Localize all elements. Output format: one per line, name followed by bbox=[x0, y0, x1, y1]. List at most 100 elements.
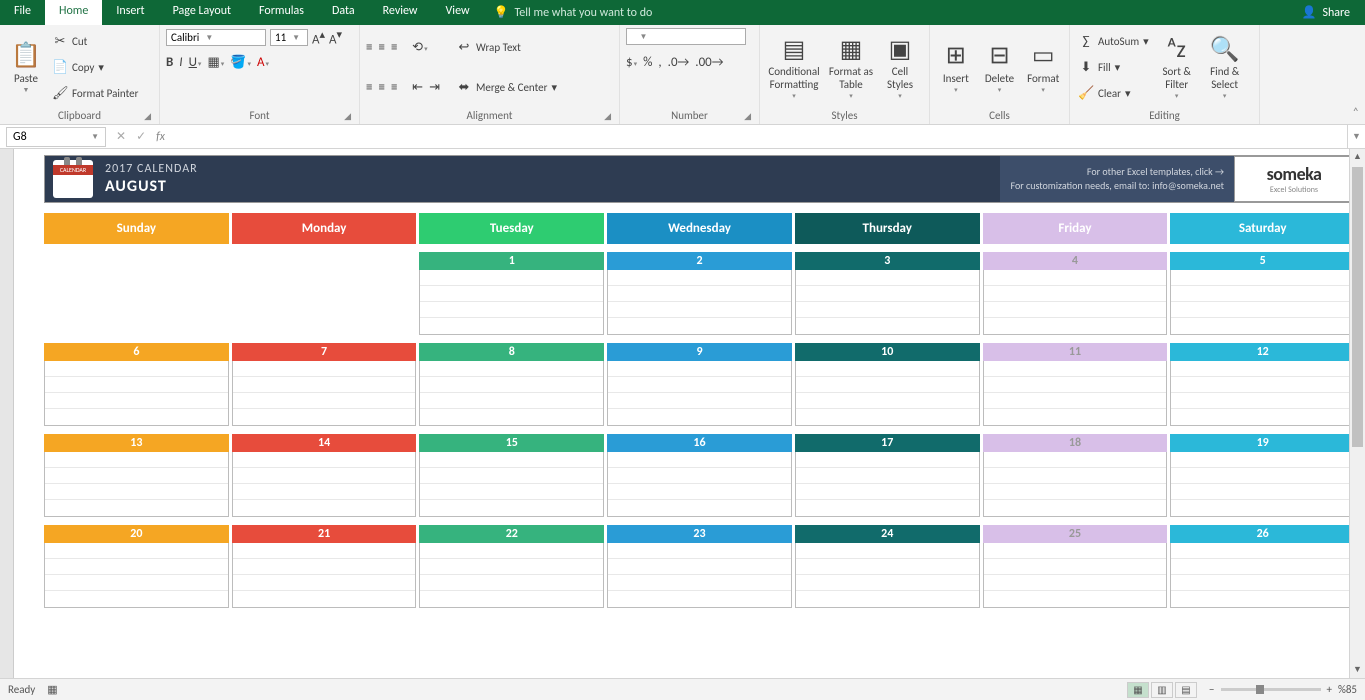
calendar-cell[interactable]: 7 bbox=[232, 343, 417, 426]
copy-button[interactable]: 📄Copy▾ bbox=[50, 59, 140, 76]
border-button[interactable]: ▦▾ bbox=[207, 55, 224, 70]
calendar-cell[interactable]: 6 bbox=[44, 343, 229, 426]
fill-button[interactable]: ⬇Fill▾ bbox=[1076, 59, 1151, 76]
accounting-format-icon[interactable]: $▾ bbox=[626, 55, 637, 70]
decrease-decimal-icon[interactable]: .00→ bbox=[695, 55, 723, 70]
formula-input[interactable] bbox=[171, 128, 1347, 146]
page-break-view-button[interactable]: ▤ bbox=[1175, 682, 1197, 698]
calendar-cell[interactable]: 1 bbox=[419, 252, 604, 335]
calendar-cell[interactable]: 11 bbox=[983, 343, 1168, 426]
zoom-in-button[interactable]: + bbox=[1327, 683, 1332, 696]
calendar-cell[interactable]: 20 bbox=[44, 525, 229, 608]
expand-formula-bar-icon[interactable]: ▼ bbox=[1347, 125, 1365, 148]
wrap-text-button[interactable]: ↩Wrap Text bbox=[454, 39, 559, 56]
calendar-cell[interactable]: 23 bbox=[607, 525, 792, 608]
enter-formula-icon[interactable]: ✓ bbox=[136, 129, 146, 144]
calendar-cell[interactable] bbox=[232, 252, 417, 335]
dialog-launcher-icon[interactable]: ◢ bbox=[344, 111, 351, 122]
calendar-cell[interactable]: 4 bbox=[983, 252, 1168, 335]
cancel-formula-icon[interactable]: ✕ bbox=[116, 129, 126, 144]
share-button[interactable]: 👤Share bbox=[1301, 0, 1365, 25]
increase-decimal-icon[interactable]: .0→ bbox=[668, 55, 690, 70]
orientation-icon[interactable]: ⟲▾ bbox=[412, 40, 427, 55]
scroll-up-icon[interactable]: ▲ bbox=[1350, 149, 1365, 165]
calendar-cell[interactable]: 12 bbox=[1170, 343, 1355, 426]
tab-view[interactable]: View bbox=[432, 0, 484, 25]
decrease-font-icon[interactable]: A▾ bbox=[329, 28, 342, 47]
align-middle-icon[interactable]: ≡ bbox=[378, 40, 384, 55]
tab-file[interactable]: File bbox=[0, 0, 45, 25]
calendar-cell[interactable]: 15 bbox=[419, 434, 604, 517]
merge-center-button[interactable]: ⬌Merge & Center▾ bbox=[454, 79, 559, 96]
someka-logo[interactable]: someka Excel Solutions bbox=[1234, 156, 1354, 202]
scroll-down-icon[interactable]: ▼ bbox=[1350, 662, 1365, 678]
number-format-select[interactable]: ▼ bbox=[626, 28, 746, 45]
calendar-cell[interactable]: 17 bbox=[795, 434, 980, 517]
zoom-slider[interactable] bbox=[1221, 688, 1321, 691]
calendar-cell[interactable]: 18 bbox=[983, 434, 1168, 517]
calendar-cell[interactable]: 16 bbox=[607, 434, 792, 517]
fx-icon[interactable]: fx bbox=[156, 130, 165, 144]
name-box[interactable]: G8▼ bbox=[6, 127, 106, 147]
calendar-cell[interactable]: 26 bbox=[1170, 525, 1355, 608]
tab-data[interactable]: Data bbox=[318, 0, 369, 25]
decrease-indent-icon[interactable]: ⇤ bbox=[412, 80, 423, 95]
conditional-formatting-button[interactable]: ▤Conditional Formatting▾ bbox=[766, 28, 822, 107]
page-layout-view-button[interactable]: ▥ bbox=[1151, 682, 1173, 698]
insert-cells-button[interactable]: ⊞Insert▾ bbox=[936, 28, 976, 107]
dialog-launcher-icon[interactable]: ◢ bbox=[604, 111, 611, 122]
bold-button[interactable]: B bbox=[166, 55, 173, 70]
align-bottom-icon[interactable]: ≡ bbox=[391, 40, 397, 55]
tab-formulas[interactable]: Formulas bbox=[245, 0, 318, 25]
align-center-icon[interactable]: ≡ bbox=[378, 80, 384, 95]
font-name-select[interactable]: Calibri▼ bbox=[166, 29, 266, 46]
scroll-thumb[interactable] bbox=[1352, 167, 1363, 447]
calendar-cell[interactable]: 9 bbox=[607, 343, 792, 426]
font-color-button[interactable]: A▾ bbox=[257, 55, 269, 70]
calendar-cell[interactable]: 22 bbox=[419, 525, 604, 608]
clear-button[interactable]: 🧹Clear▾ bbox=[1076, 85, 1151, 102]
calendar-cell[interactable]: 14 bbox=[232, 434, 417, 517]
tab-review[interactable]: Review bbox=[369, 0, 432, 25]
macro-record-icon[interactable]: ▦ bbox=[47, 683, 57, 696]
comma-format-icon[interactable]: , bbox=[658, 55, 661, 70]
format-as-table-button[interactable]: ▦Format asTable▾ bbox=[826, 28, 876, 107]
calendar-cell[interactable] bbox=[44, 252, 229, 335]
cell-styles-button[interactable]: ▣CellStyles▾ bbox=[880, 28, 920, 107]
calendar-cell[interactable]: 3 bbox=[795, 252, 980, 335]
calendar-cell[interactable]: 21 bbox=[232, 525, 417, 608]
normal-view-button[interactable]: ▦ bbox=[1127, 682, 1149, 698]
italic-button[interactable]: I bbox=[179, 55, 182, 70]
calendar-cell[interactable]: 5 bbox=[1170, 252, 1355, 335]
calendar-cell[interactable]: 2 bbox=[607, 252, 792, 335]
find-select-button[interactable]: 🔍Find &Select▾ bbox=[1203, 28, 1247, 107]
worksheet-area[interactable]: CALENDAR 2017 CALENDAR AUGUST For other … bbox=[0, 149, 1365, 678]
zoom-level[interactable]: %85 bbox=[1338, 683, 1357, 696]
tab-home[interactable]: Home bbox=[45, 0, 102, 25]
vertical-scrollbar[interactable]: ▲ ▼ bbox=[1349, 149, 1365, 678]
align-left-icon[interactable]: ≡ bbox=[366, 80, 372, 95]
dialog-launcher-icon[interactable]: ◢ bbox=[144, 111, 151, 122]
underline-button[interactable]: U▾ bbox=[189, 55, 202, 70]
align-top-icon[interactable]: ≡ bbox=[366, 40, 372, 55]
calendar-cell[interactable]: 13 bbox=[44, 434, 229, 517]
cut-button[interactable]: ✂Cut bbox=[50, 33, 140, 50]
increase-indent-icon[interactable]: ⇥ bbox=[429, 80, 440, 95]
fill-color-button[interactable]: 🪣▾ bbox=[230, 55, 251, 70]
paste-button[interactable]: 📋Paste▼ bbox=[6, 28, 46, 107]
zoom-out-button[interactable]: − bbox=[1209, 683, 1214, 696]
align-right-icon[interactable]: ≡ bbox=[391, 80, 397, 95]
collapse-ribbon-icon[interactable]: ˄ bbox=[1353, 106, 1359, 120]
tell-me-search[interactable]: 💡Tell me what you want to do bbox=[494, 0, 653, 25]
format-painter-button[interactable]: 🖌Format Painter bbox=[50, 85, 140, 102]
calendar-cell[interactable]: 24 bbox=[795, 525, 980, 608]
format-cells-button[interactable]: ▭Format▾ bbox=[1023, 28, 1063, 107]
increase-font-icon[interactable]: A▴ bbox=[312, 28, 325, 47]
sort-filter-button[interactable]: ᴬᴢSort &Filter▾ bbox=[1155, 28, 1199, 107]
tab-page-layout[interactable]: Page Layout bbox=[159, 0, 245, 25]
autosum-button[interactable]: ∑AutoSum▾ bbox=[1076, 33, 1151, 50]
delete-cells-button[interactable]: ⊟Delete▾ bbox=[980, 28, 1020, 107]
calendar-cell[interactable]: 19 bbox=[1170, 434, 1355, 517]
calendar-cell[interactable]: 10 bbox=[795, 343, 980, 426]
font-size-select[interactable]: 11▼ bbox=[270, 29, 308, 46]
